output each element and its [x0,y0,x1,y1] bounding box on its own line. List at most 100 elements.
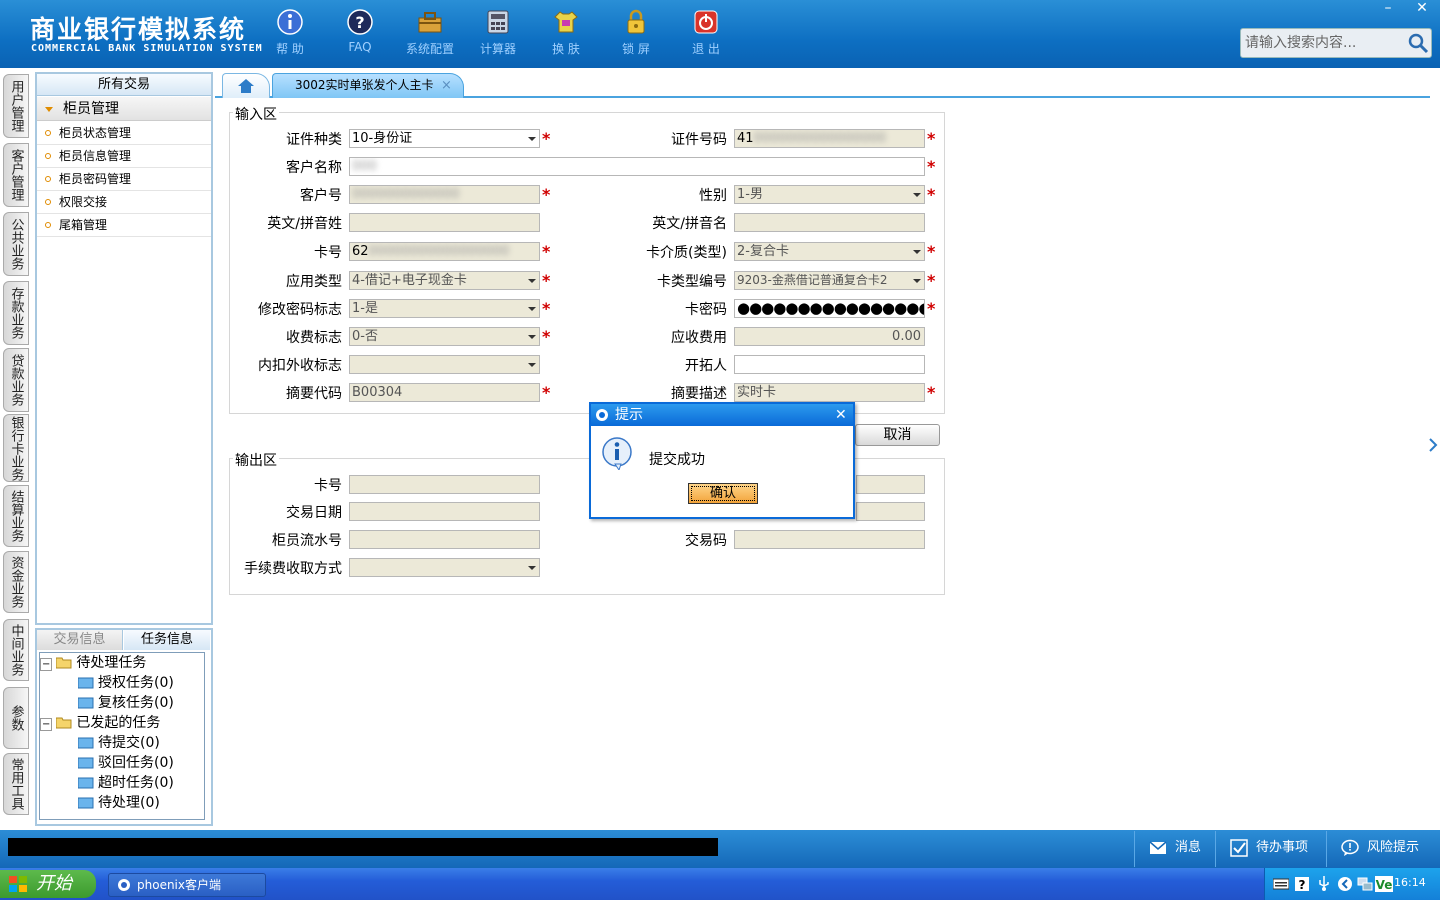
tree-node-initiated[interactable]: − 已发起的任务 [40,712,160,732]
out-right-field-1[interactable] [856,475,925,494]
app-type-select[interactable]: 4-借记+电子现金卡 [349,271,540,290]
nav-group-teller-management[interactable]: 柜员管理 [37,97,211,121]
faq-button[interactable]: ? FAQ [330,8,390,54]
expand-arrow-icon [45,107,53,112]
trade-date-field[interactable] [349,502,540,521]
folder-icon [78,697,94,709]
nav-item-teller-password[interactable]: 柜员密码管理 [37,168,211,191]
exit-label: 退 出 [692,42,720,56]
tree-node-authorize[interactable]: 授权任务(0) [78,672,174,692]
usb-icon[interactable] [1317,876,1331,892]
cancel-button[interactable]: 取消 [855,424,940,446]
nav-item-label: 权限交接 [59,195,108,209]
tab-home[interactable] [222,73,270,98]
id-type-select[interactable]: 10-身份证 [349,129,540,148]
tree-node-rejected[interactable]: 驳回任务(0) [78,752,174,772]
chevron-left-icon[interactable] [1337,876,1353,892]
tab-trade-info[interactable]: 交易信息 [37,630,123,650]
network-icon[interactable] [1357,876,1373,892]
tab-task-info[interactable]: 任务信息 [124,630,210,650]
messages-button[interactable]: 消息 [1134,831,1214,867]
vtab-customer-management[interactable]: 客户管理 [3,143,29,207]
out-right-field-2[interactable] [856,502,925,521]
card-no-field[interactable]: 6200000000000000000 [349,242,540,261]
start-button[interactable]: 开始 [0,870,96,898]
en-name-label: 英文/拼音名 [652,216,727,232]
vtab-common-tools[interactable]: 常用工具 [3,753,29,815]
search-input[interactable]: 请输入搜索内容... [1240,28,1432,58]
trade-code-label: 交易码 [685,533,727,549]
messages-label: 消息 [1175,840,1202,855]
calculator-button[interactable]: 计算器 [468,8,528,57]
risk-alert-button[interactable]: 风险提示 [1326,831,1440,867]
settings-button[interactable]: 系统配置 [400,8,460,57]
developer-field[interactable] [734,355,925,374]
vtab-deposit-business[interactable]: 存款业务 [3,281,29,345]
folder-icon [78,677,94,689]
minimize-button[interactable]: – [1372,0,1404,18]
help-button[interactable]: 帮 助 [260,8,320,57]
fee-amount-field[interactable]: 0.00 [734,327,925,346]
vtab-fund-business[interactable]: 资金业务 [3,551,29,613]
tab-3002-card-issue[interactable]: 3002实时单张发个人主卡 × [272,73,464,98]
vtab-public-business[interactable]: 公共业务 [3,212,29,276]
summary-code-field[interactable]: B00304 [349,383,540,402]
tree-node-to-submit[interactable]: 待提交(0) [78,732,160,752]
required-mark: * [542,383,551,402]
vtab-intermediary-business[interactable]: 中间业务 [3,619,29,681]
nav-item-permission-handover[interactable]: 权限交接 [37,191,211,214]
todo-button[interactable]: 待办事项 [1215,831,1325,867]
vtab-settlement-business[interactable]: 结算业务 [3,485,29,547]
summary-desc-field[interactable]: 实时卡 [734,383,925,402]
help-icon[interactable]: ? [1295,877,1309,891]
card-type-code-select[interactable]: 9203-金燕借记普通复合卡2 [734,271,925,290]
exit-button[interactable]: 退 出 [676,8,736,57]
vpn-icon[interactable]: Ve [1375,876,1393,892]
fee-method-label: 手续费收取方式 [244,561,342,577]
dialog-ok-button[interactable]: 确认 [688,483,758,504]
vtab-user-management[interactable]: 用户管理 [3,74,29,138]
svg-text:Ve: Ve [1376,878,1393,892]
card-medium-select[interactable]: 2-复合卡 [734,242,925,261]
nav-item-cash-box[interactable]: 尾箱管理 [37,214,211,237]
pwd-change-flag-select[interactable]: 1-是 [349,299,540,318]
vtab-card-business[interactable]: 银行卡业务 [3,414,29,482]
trade-code-field[interactable] [734,530,925,549]
nav-item-label: 柜员信息管理 [59,149,132,163]
tree-node-review[interactable]: 复核任务(0) [78,692,174,712]
tree-node-to-process[interactable]: 待处理(0) [78,792,160,812]
customer-no-field[interactable]: 0000000000000 [349,185,540,204]
tree-node-timeout[interactable]: 超时任务(0) [78,772,174,792]
taskbar-app-phoenix[interactable]: phoenix客户端 [108,873,266,897]
card-type-code-label: 卡类型编号 [657,274,727,290]
vtab-parameters[interactable]: 参数 [3,687,29,749]
collapse-arrow-icon[interactable] [1426,425,1440,465]
vtab-loan-business[interactable]: 贷款业务 [3,348,29,412]
fee-flag-select[interactable]: 0-否 [349,327,540,346]
deduct-flag-select[interactable] [349,355,540,374]
nav-item-teller-info[interactable]: 柜员信息管理 [37,145,211,168]
tab-close-icon[interactable]: × [441,74,452,97]
fee-method-select[interactable] [349,558,540,577]
folder-open-icon [56,717,72,729]
skin-button[interactable]: 换 肤 [536,8,596,57]
lock-button[interactable]: 锁 屏 [606,8,666,57]
id-number-field[interactable]: 410000000000000000 [734,129,925,148]
en-name-field[interactable] [734,213,925,232]
customer-name-field[interactable]: 000 [349,157,925,176]
developer-label: 开拓人 [685,358,727,374]
dialog-close-icon[interactable]: ✕ [835,404,847,426]
close-window-button[interactable]: ✕ [1406,0,1438,18]
home-icon [238,79,254,93]
search-icon[interactable] [1406,31,1430,55]
folder-open-icon [56,657,72,669]
en-surname-field[interactable] [349,213,540,232]
nav-item-teller-status[interactable]: 柜员状态管理 [37,122,211,145]
card-password-field[interactable]: ●●●●●●●●●●●●●●●● [734,299,925,318]
out-card-no-field[interactable] [349,475,540,494]
keyboard-icon[interactable] [1273,878,1289,890]
tree-node-pending[interactable]: − 待处理任务 [40,652,146,672]
gender-select[interactable]: 1-男 [734,185,925,204]
nav-title: 所有交易 [37,74,211,96]
teller-serial-field[interactable] [349,530,540,549]
